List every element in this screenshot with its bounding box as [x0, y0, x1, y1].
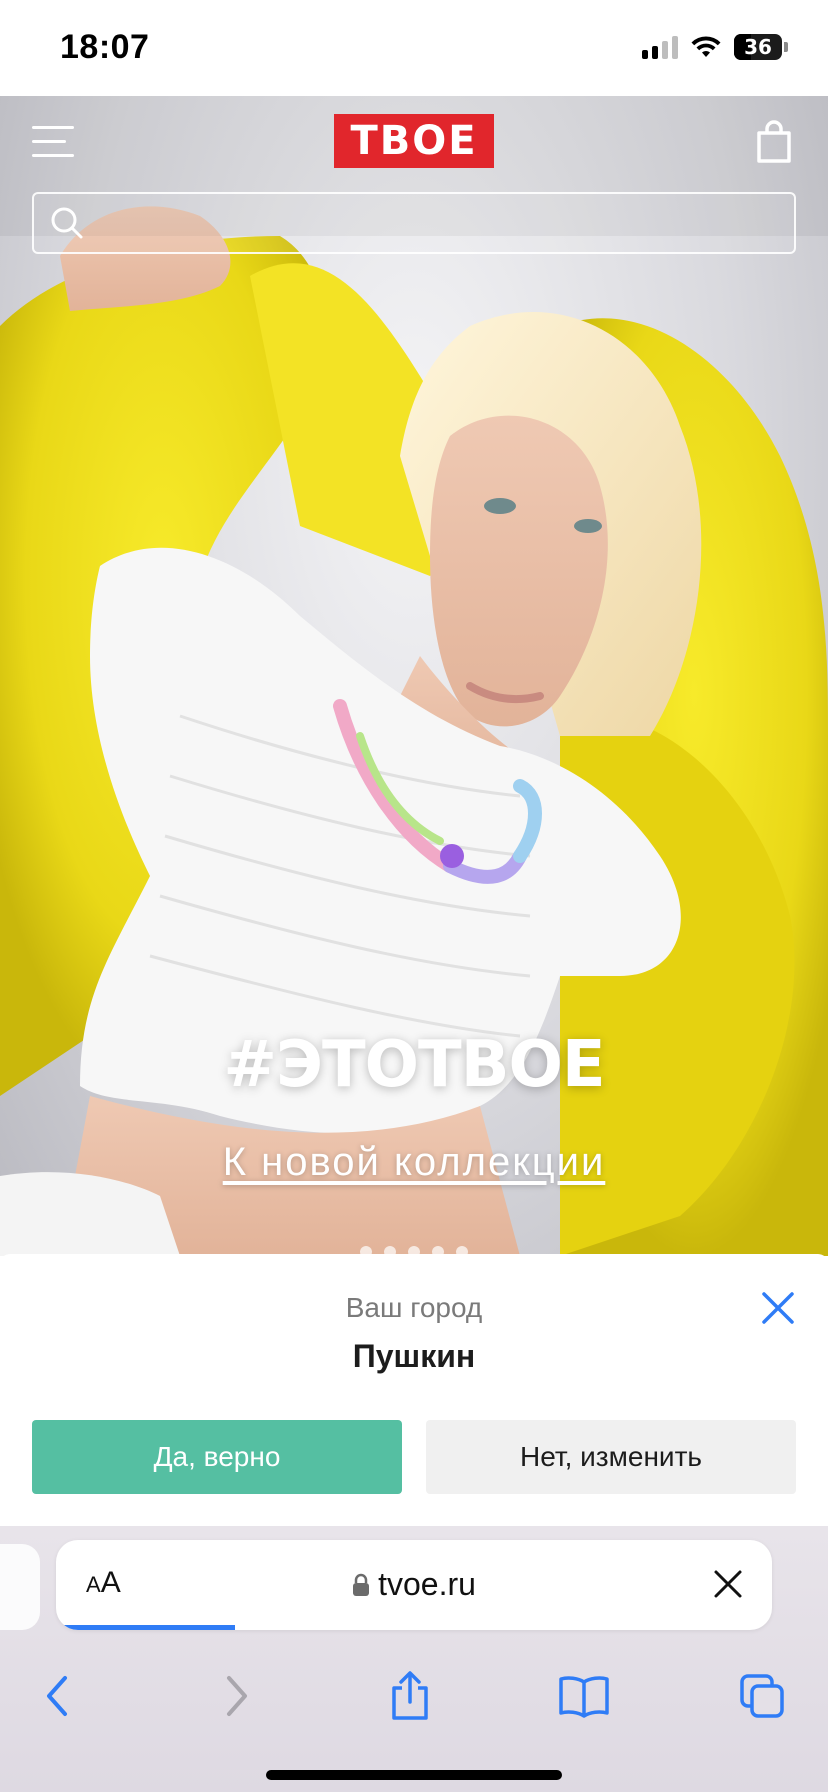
city-name: Пушкин — [352, 1338, 476, 1374]
site-header: ТВОЕ — [0, 96, 828, 192]
hero-title: #ЭТОТВОЕ — [223, 1028, 605, 1102]
change-city-button[interactable]: Нет, изменить — [426, 1420, 796, 1494]
hero-banner[interactable]: ТВОЕ #ЭТОТВОЕ К новой коллекции — [0, 96, 828, 1256]
home-indicator[interactable] — [266, 1770, 562, 1780]
browser-toolbar — [0, 1650, 828, 1742]
menu-icon[interactable] — [32, 124, 74, 160]
shopping-bag-icon[interactable] — [756, 120, 792, 164]
bookmarks-icon[interactable] — [556, 1668, 612, 1724]
status-indicators: 36 — [642, 34, 788, 60]
url-display[interactable]: tvoe.ru — [56, 1566, 772, 1603]
url-text: tvoe.ru — [378, 1566, 476, 1602]
status-bar: 18:07 36 — [0, 0, 828, 96]
search-input[interactable] — [84, 194, 794, 252]
battery-icon: 36 — [734, 34, 782, 60]
site-logo[interactable]: ТВОЕ — [334, 114, 494, 168]
page-load-progress — [56, 1625, 235, 1630]
logo-text: ТВОЕ — [350, 118, 478, 164]
address-bar[interactable]: AA tvoe.ru — [56, 1540, 772, 1630]
stop-loading-icon[interactable] — [710, 1566, 746, 1602]
close-icon[interactable] — [758, 1288, 798, 1328]
city-confirmation-popup: Ваш город Пушкин Да, верно Нет, изменить — [0, 1254, 828, 1526]
search-icon — [51, 207, 83, 239]
wifi-icon — [690, 35, 722, 59]
lock-icon — [353, 1573, 370, 1596]
back-icon[interactable] — [30, 1668, 86, 1724]
share-icon[interactable] — [382, 1668, 438, 1724]
new-collection-link[interactable]: К новой коллекции — [0, 1140, 828, 1185]
battery-percentage: 36 — [744, 35, 772, 59]
city-label: Ваш город — [345, 1292, 483, 1323]
search-bar[interactable] — [32, 192, 796, 254]
browser-bottom-bar: AA tvoe.ru — [0, 1526, 828, 1792]
cellular-signal-icon — [642, 35, 678, 59]
confirm-city-button[interactable]: Да, верно — [32, 1420, 402, 1494]
previous-tab-preview[interactable] — [0, 1544, 40, 1630]
tabs-icon[interactable] — [734, 1668, 790, 1724]
status-time: 18:07 — [60, 28, 150, 66]
forward-icon[interactable] — [208, 1668, 264, 1724]
